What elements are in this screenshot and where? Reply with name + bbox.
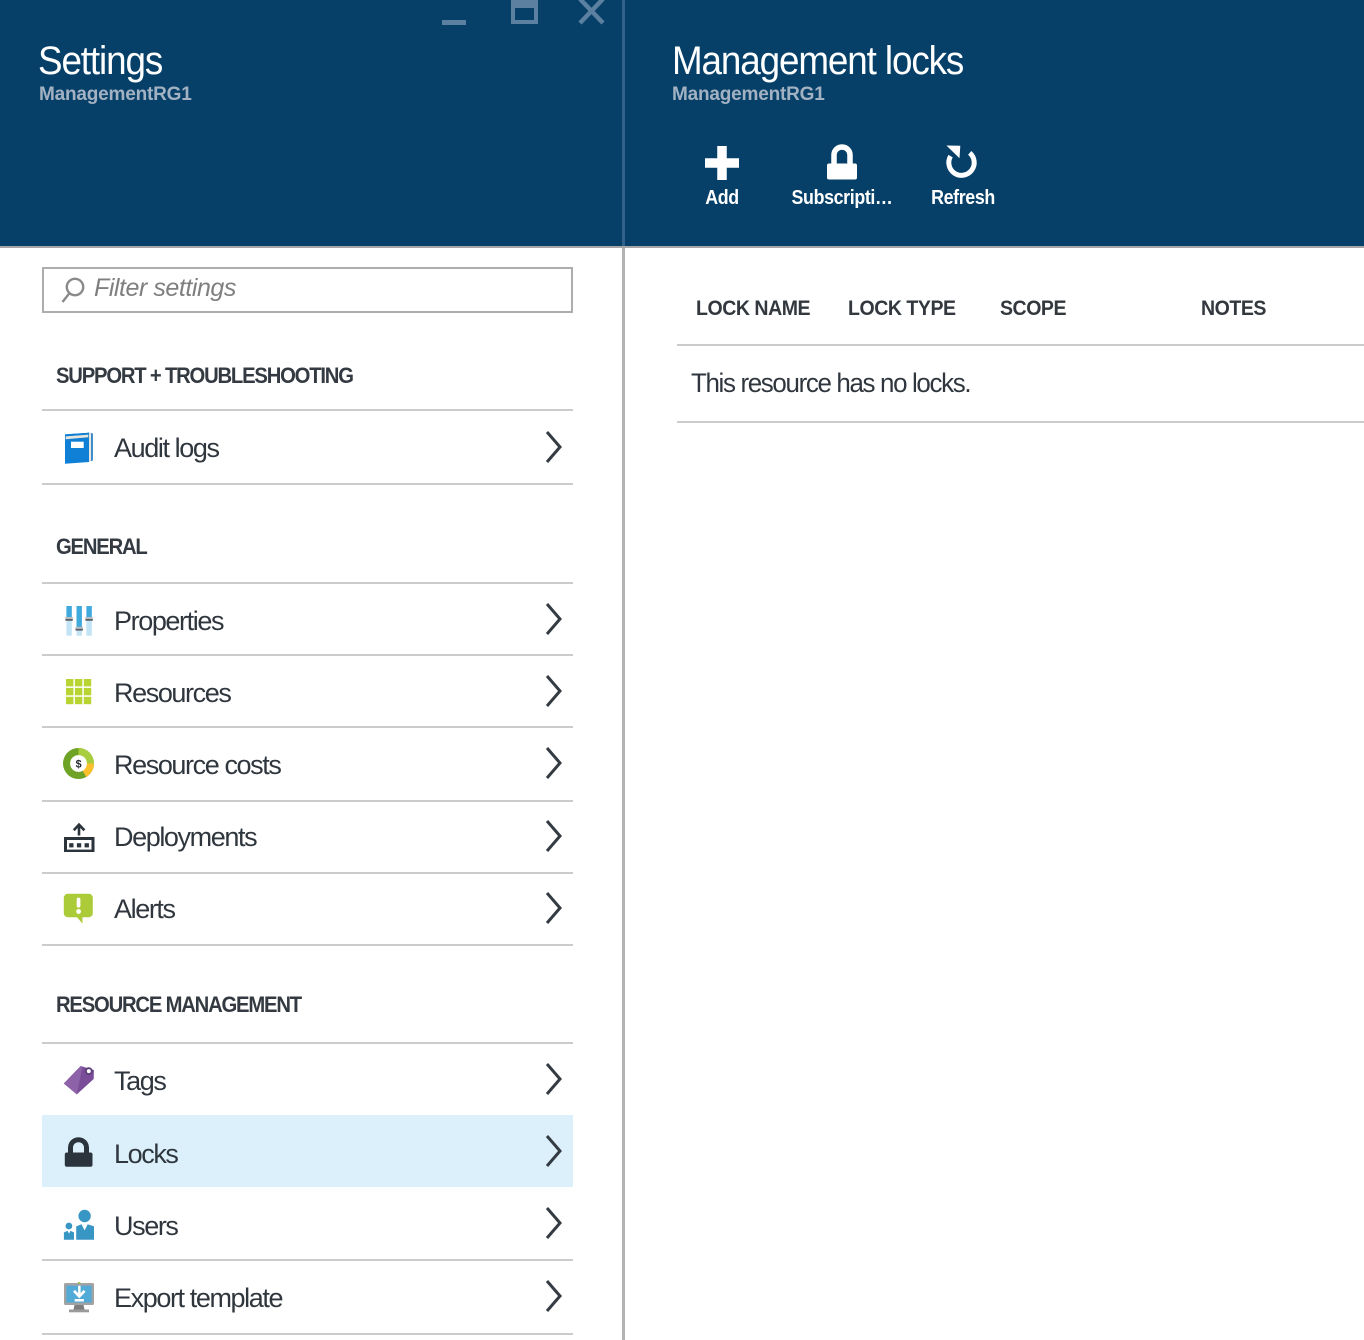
svg-text:$: $ xyxy=(76,758,82,770)
